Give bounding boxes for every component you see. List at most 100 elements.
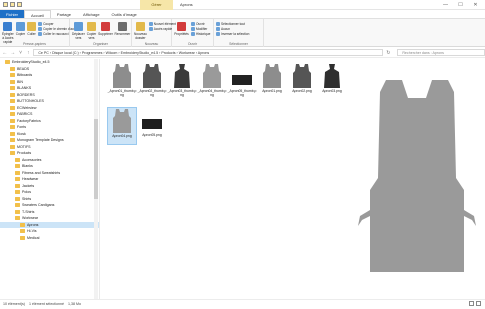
folder-icon [15,164,20,169]
file-name: Apron02.png [292,89,312,93]
apron-thumbnail [113,64,131,88]
refresh-icon[interactable]: ↻ [385,50,391,56]
file-item[interactable]: Apron04.png [107,107,137,145]
ribbon-small-button[interactable]: Aucun [216,27,249,31]
file-item[interactable]: Apron03.png [317,63,347,101]
minimize-button[interactable]: — [438,0,453,10]
file-item[interactable]: Apron05.png [137,107,167,145]
navigation-pane: EmbroideryStudio_e4.5 BEADS Bitboards BIN BL… [0,59,100,299]
ribbon-small-icon [38,22,43,26]
apron-thumbnail [143,64,161,88]
apron-preview-image [358,80,476,272]
ribbon-small-label: Coller le raccourci [43,32,69,36]
search-input[interactable]: Rechercher dans : Aprons [397,49,485,56]
apron-thumbnail [174,64,190,88]
tab-file[interactable]: Fichier [0,10,25,18]
sidebar-scrollbar[interactable] [94,59,98,299]
tab-share[interactable]: Partage [51,10,77,18]
scrollbar-thumb[interactable] [94,119,98,199]
tab-view[interactable]: Affichage [77,10,106,18]
quick-access-toolbar [3,2,22,7]
ribbon-group: Nouveau dossier Nouvel élément Accès rapid… [132,19,176,47]
ribbon-small-icon [191,22,195,26]
file-thumbnail [290,63,314,89]
forward-arrow-icon[interactable]: → [10,50,16,56]
ribbon-button-icon [117,22,127,31]
ribbon-group-label: Sélectionner [229,42,248,46]
ribbon-small-label: Ouvrir [196,22,205,26]
recent-chevron-icon[interactable]: ˅ [18,50,24,56]
file-item[interactable]: _Apron04_thumb.png [197,63,227,101]
apron-thumbnail [113,109,131,133]
ribbon-small-button[interactable]: Ouvrir [191,22,210,26]
folder-icon [15,183,20,188]
ribbon-small-button[interactable]: Sélectionner tout [216,22,249,26]
ribbon-button-label: Copier [15,32,26,36]
file-thumbnail [110,63,134,89]
back-arrow-icon[interactable]: ← [2,50,8,56]
folder-icon [10,131,15,136]
up-arrow-icon[interactable]: ↑ [25,50,31,56]
ribbon-button-icon [27,22,37,31]
folder-icon [10,125,15,130]
file-item[interactable]: _Apron02_thumb.png [137,63,167,101]
folder-icon [20,222,25,227]
folder-icon [10,92,15,97]
file-name: _Apron01_thumb.png [107,89,137,97]
ribbon-button-icon [86,22,96,31]
ribbon-button-icon [3,22,13,31]
ribbon: Épingler à Accès rapide Copier Coller Coupe… [0,19,485,47]
file-thumbnail [170,63,194,89]
file-list: _Apron01_thumb.png _Apron02_thumb.png _Apr… [101,59,351,299]
ribbon-small-icon [148,27,153,31]
folder-icon [15,196,20,201]
file-item[interactable]: Apron01.png [257,63,287,101]
folder-icon [15,190,20,195]
context-tab-manage[interactable]: Gérer [140,0,173,10]
ribbon-button-icon [15,22,25,31]
ribbon-button-icon [135,22,145,31]
apron-thumbnail [142,119,162,129]
ribbon-group: Épingler à Accès rapide Copier Coller Coupe… [0,19,79,47]
ribbon-button-label: Supprimer [98,32,113,36]
tab-picture-tools[interactable]: Outils d'image [106,10,143,18]
apron-body [370,80,464,272]
folder-icon [15,216,20,221]
undo-icon[interactable] [17,2,22,7]
folder-icon [5,60,10,65]
ribbon-button-label: Nouveau dossier [134,32,147,40]
ribbon-small-icon [38,32,43,36]
ribbon-small-icon [216,32,220,36]
folder-icon [10,79,15,84]
file-name: Apron01.png [262,89,282,93]
ribbon-tabs: Fichier Accueil Partage Affichage Outils… [0,10,485,19]
folder-icon [10,73,15,78]
apron-thumbnail [232,75,252,85]
file-item[interactable]: _Apron05_thumb.png [227,63,257,101]
file-name: _Apron05_thumb.png [227,89,257,97]
ribbon-small-button[interactable]: Modifier [191,27,210,31]
file-thumbnail [200,63,224,89]
sidebar-item[interactable]: Medical [0,235,99,242]
address-bar[interactable]: Ce PC › Disque local (C:) › Programmes ›… [33,49,384,56]
ribbon-small-button[interactable]: Inverser la sélection [216,32,249,36]
large-icons-view-icon[interactable] [476,301,481,306]
details-view-icon[interactable] [469,301,474,306]
folder-icon [10,99,15,104]
file-item[interactable]: _Apron01_thumb.png [107,63,137,101]
save-icon[interactable] [3,2,8,7]
folder-icon[interactable] [10,2,15,7]
ribbon-small-label: Aucun [221,27,231,31]
window-title: Aprons [180,2,193,7]
folder-icon [10,138,15,143]
file-thumbnail [110,108,134,134]
tab-home[interactable]: Accueil [24,10,51,18]
file-item[interactable]: _Apron03_thumb.png [167,63,197,101]
folder-icon [15,170,20,175]
close-button[interactable]: ✕ [468,0,483,10]
maximize-button[interactable]: ☐ [453,0,468,10]
ribbon-small-label: Accès rapide [153,27,173,31]
folder-icon [10,118,15,123]
file-item[interactable]: Apron02.png [287,63,317,101]
ribbon-small-button[interactable]: Historique [191,32,210,36]
